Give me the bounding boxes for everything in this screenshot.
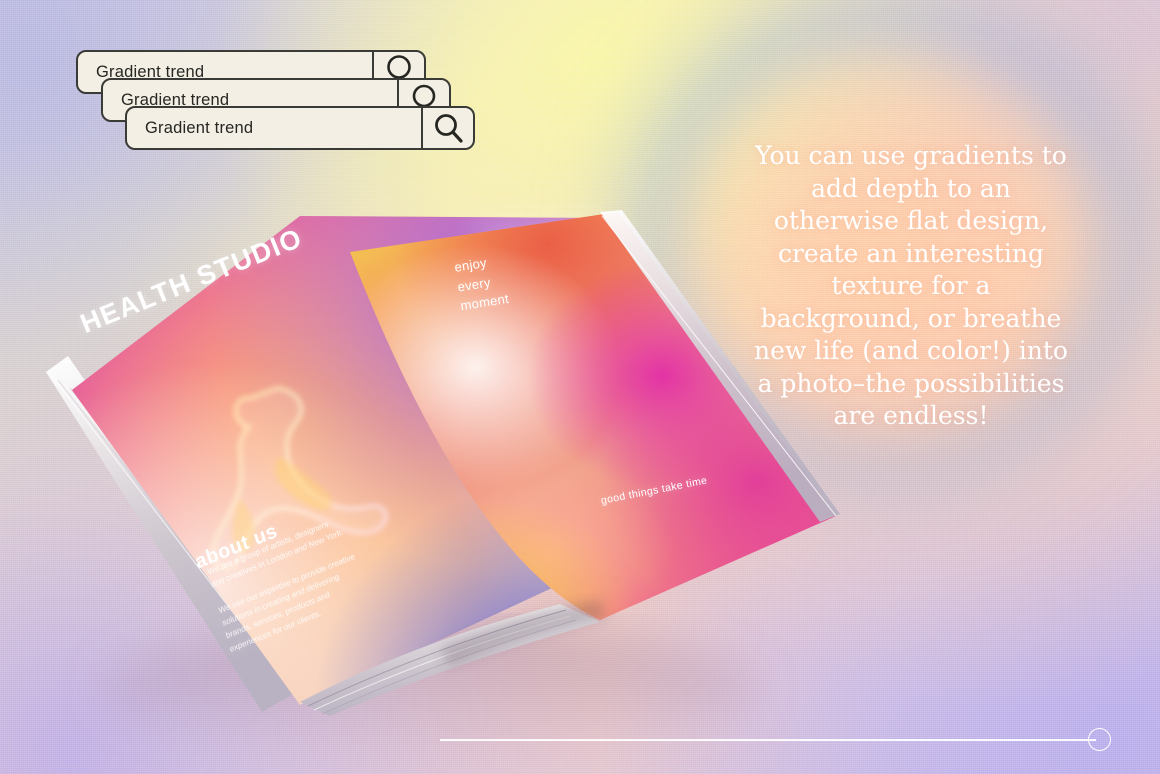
search-input-3[interactable]: Gradient trend	[127, 119, 421, 138]
progress-slider[interactable]	[440, 728, 1112, 752]
slider-thumb[interactable]	[1088, 728, 1111, 751]
search-bar-3[interactable]: Gradient trend	[125, 106, 475, 150]
search-icon[interactable]	[423, 106, 473, 150]
canvas: HEALTH STUDIO about us We are a group of…	[0, 0, 1160, 774]
quote-text: You can use gradients to add depth to an…	[754, 141, 1068, 430]
slider-track[interactable]	[440, 739, 1096, 741]
